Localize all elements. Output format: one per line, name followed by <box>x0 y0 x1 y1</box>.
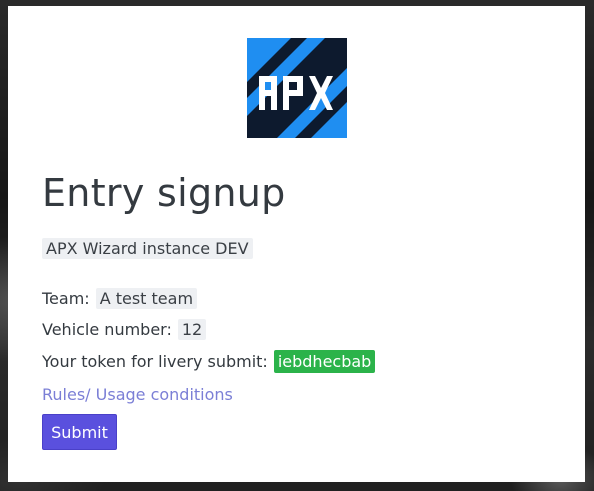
token-badge: iebdhecbab <box>273 350 376 373</box>
vehicle-number-label: Vehicle number: <box>42 320 172 339</box>
vehicle-row: Vehicle number: 12 <box>42 319 207 340</box>
rules-link[interactable]: Rules/ Usage conditions <box>42 385 233 404</box>
vehicle-number-value: 12 <box>177 319 207 340</box>
instance-badge: APX Wizard instance DEV <box>42 238 253 259</box>
team-value: A test team <box>95 288 198 309</box>
team-row: Team: A test team <box>42 288 198 309</box>
signup-card: Entry signup APX Wizard instance DEV Tea… <box>8 6 585 482</box>
submit-button[interactable]: Submit <box>42 414 117 450</box>
apx-logo-graphic <box>247 38 347 138</box>
token-label: Your token for livery submit: <box>42 352 268 371</box>
apx-logo <box>247 38 347 138</box>
team-label: Team: <box>42 289 90 308</box>
token-row: Your token for livery submit: iebdhecbab <box>42 350 376 373</box>
page-title: Entry signup <box>42 171 286 215</box>
